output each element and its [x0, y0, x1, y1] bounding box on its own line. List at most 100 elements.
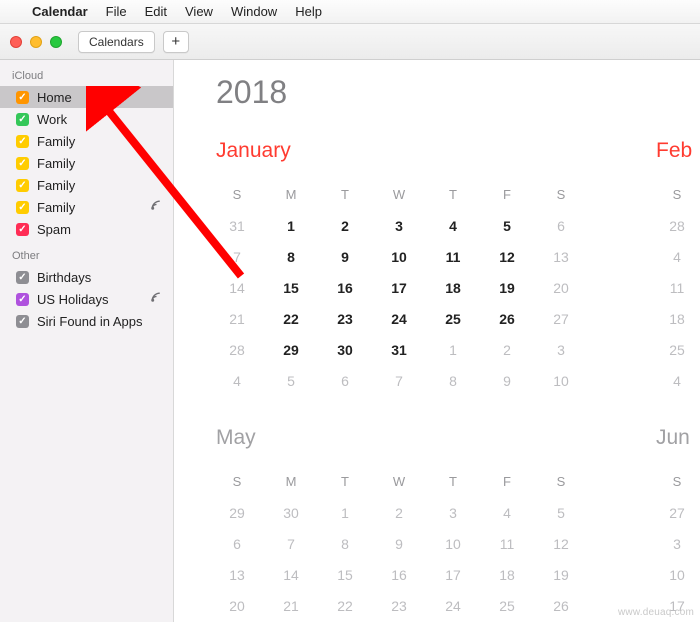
- day-cell[interactable]: 14: [264, 567, 318, 583]
- day-cell[interactable]: 7: [210, 249, 264, 265]
- day-cell[interactable]: 23: [372, 598, 426, 614]
- day-cell[interactable]: 12: [480, 249, 534, 265]
- day-cell[interactable]: 2: [318, 218, 372, 234]
- day-cell[interactable]: 16: [318, 280, 372, 296]
- calendar-checkbox-icon[interactable]: ✓: [16, 201, 29, 214]
- calendars-toggle-button[interactable]: Calendars: [78, 31, 155, 53]
- menu-window[interactable]: Window: [231, 4, 277, 19]
- calendar-item[interactable]: ✓Birthdays: [0, 266, 173, 288]
- day-cell[interactable]: 8: [318, 536, 372, 552]
- day-cell[interactable]: 26: [480, 311, 534, 327]
- day-cell[interactable]: 11: [426, 249, 480, 265]
- add-event-button[interactable]: +: [163, 31, 189, 53]
- menubar-app-name[interactable]: Calendar: [32, 4, 88, 19]
- calendar-checkbox-icon[interactable]: ✓: [16, 315, 29, 328]
- day-cell[interactable]: 19: [480, 280, 534, 296]
- calendar-checkbox-icon[interactable]: ✓: [16, 157, 29, 170]
- day-cell[interactable]: 15: [318, 567, 372, 583]
- calendar-checkbox-icon[interactable]: ✓: [16, 293, 29, 306]
- day-cell[interactable]: 13: [534, 249, 588, 265]
- calendar-checkbox-icon[interactable]: ✓: [16, 179, 29, 192]
- calendar-item[interactable]: ✓Work: [0, 108, 173, 130]
- day-cell[interactable]: 19: [534, 567, 588, 583]
- calendar-item[interactable]: ✓Home: [0, 86, 173, 108]
- day-cell[interactable]: 8: [426, 373, 480, 389]
- day-cell[interactable]: 21: [210, 311, 264, 327]
- day-cell[interactable]: 25: [650, 342, 700, 358]
- day-cell[interactable]: 6: [534, 218, 588, 234]
- close-window-button[interactable]: [10, 36, 22, 48]
- day-cell[interactable]: 21: [264, 598, 318, 614]
- day-cell[interactable]: 1: [318, 505, 372, 521]
- calendar-item[interactable]: ✓Family: [0, 130, 173, 152]
- day-cell[interactable]: 22: [264, 311, 318, 327]
- calendar-checkbox-icon[interactable]: ✓: [16, 135, 29, 148]
- day-cell[interactable]: 12: [534, 536, 588, 552]
- day-cell[interactable]: 9: [318, 249, 372, 265]
- day-cell[interactable]: 15: [264, 280, 318, 296]
- calendar-checkbox-icon[interactable]: ✓: [16, 91, 29, 104]
- day-cell[interactable]: 4: [650, 373, 700, 389]
- day-cell[interactable]: 10: [426, 536, 480, 552]
- day-cell[interactable]: 26: [534, 598, 588, 614]
- day-cell[interactable]: 16: [372, 567, 426, 583]
- zoom-window-button[interactable]: [50, 36, 62, 48]
- calendar-item[interactable]: ✓Spam: [0, 218, 173, 240]
- day-cell[interactable]: 31: [372, 342, 426, 358]
- day-cell[interactable]: 17: [372, 280, 426, 296]
- day-cell[interactable]: 3: [426, 505, 480, 521]
- menu-view[interactable]: View: [185, 4, 213, 19]
- calendar-checkbox-icon[interactable]: ✓: [16, 271, 29, 284]
- day-cell[interactable]: 7: [264, 536, 318, 552]
- menu-file[interactable]: File: [106, 4, 127, 19]
- day-cell[interactable]: 2: [480, 342, 534, 358]
- day-cell[interactable]: 5: [534, 505, 588, 521]
- day-cell[interactable]: 18: [426, 280, 480, 296]
- day-cell[interactable]: 9: [480, 373, 534, 389]
- day-cell[interactable]: 14: [210, 280, 264, 296]
- day-cell[interactable]: 6: [210, 536, 264, 552]
- calendar-item[interactable]: ✓Family: [0, 196, 173, 218]
- day-cell[interactable]: 27: [650, 505, 700, 521]
- day-cell[interactable]: 24: [372, 311, 426, 327]
- calendar-item[interactable]: ✓Family: [0, 174, 173, 196]
- day-cell[interactable]: 2: [372, 505, 426, 521]
- day-cell[interactable]: 24: [426, 598, 480, 614]
- day-cell[interactable]: 31: [210, 218, 264, 234]
- day-cell[interactable]: 8: [264, 249, 318, 265]
- day-cell[interactable]: 5: [264, 373, 318, 389]
- day-cell[interactable]: 1: [264, 218, 318, 234]
- day-cell[interactable]: 4: [210, 373, 264, 389]
- day-cell[interactable]: 7: [372, 373, 426, 389]
- day-cell[interactable]: 25: [480, 598, 534, 614]
- day-cell[interactable]: 18: [480, 567, 534, 583]
- day-cell[interactable]: 3: [372, 218, 426, 234]
- calendar-item[interactable]: ✓Family: [0, 152, 173, 174]
- day-cell[interactable]: 3: [650, 536, 700, 552]
- menu-help[interactable]: Help: [295, 4, 322, 19]
- day-cell[interactable]: 18: [650, 311, 700, 327]
- day-cell[interactable]: 5: [480, 218, 534, 234]
- day-cell[interactable]: 9: [372, 536, 426, 552]
- day-cell[interactable]: 13: [210, 567, 264, 583]
- day-cell[interactable]: 22: [318, 598, 372, 614]
- day-cell[interactable]: 17: [426, 567, 480, 583]
- day-cell[interactable]: 10: [534, 373, 588, 389]
- day-cell[interactable]: 29: [210, 505, 264, 521]
- day-cell[interactable]: 20: [534, 280, 588, 296]
- menu-edit[interactable]: Edit: [145, 4, 167, 19]
- day-cell[interactable]: 3: [534, 342, 588, 358]
- day-cell[interactable]: 11: [480, 536, 534, 552]
- day-cell[interactable]: 28: [650, 218, 700, 234]
- day-cell[interactable]: 10: [650, 567, 700, 583]
- day-cell[interactable]: 30: [264, 505, 318, 521]
- day-cell[interactable]: 4: [650, 249, 700, 265]
- day-cell[interactable]: 10: [372, 249, 426, 265]
- day-cell[interactable]: 4: [480, 505, 534, 521]
- minimize-window-button[interactable]: [30, 36, 42, 48]
- day-cell[interactable]: 11: [650, 280, 700, 296]
- calendar-checkbox-icon[interactable]: ✓: [16, 113, 29, 126]
- day-cell[interactable]: 30: [318, 342, 372, 358]
- day-cell[interactable]: 23: [318, 311, 372, 327]
- day-cell[interactable]: 4: [426, 218, 480, 234]
